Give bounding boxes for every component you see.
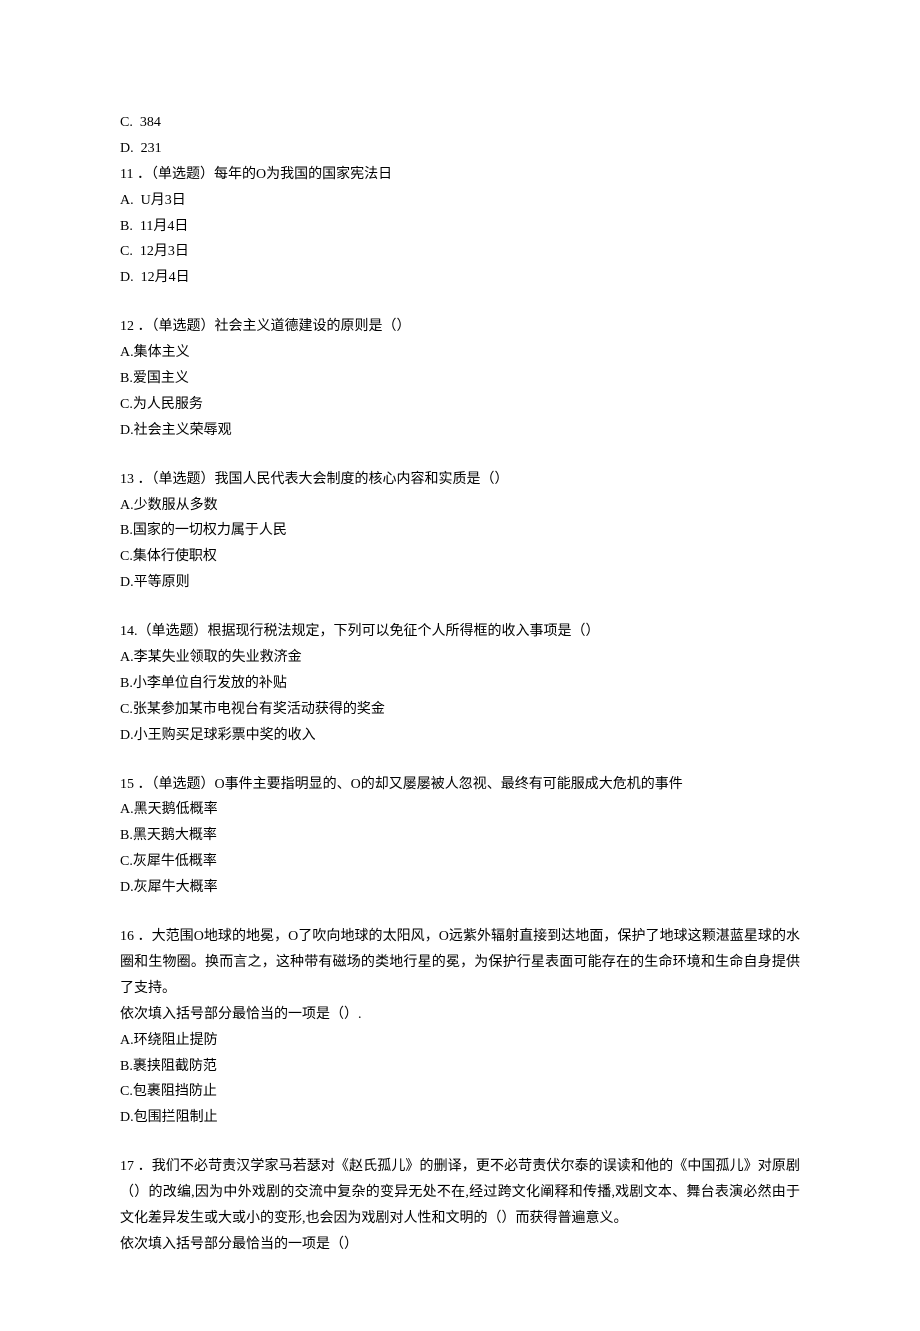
option-d: D.灰犀牛大概率 — [120, 875, 800, 901]
question-10-tail: C. 384 D. 231 11 ．（单选题）每年的O为我国的国家宪法日 A. … — [120, 110, 800, 291]
question-stem: 12 ．（单选题）社会主义道德建设的原则是（） — [120, 314, 800, 340]
option-c: C. 384 — [120, 110, 800, 136]
option-label: C. — [120, 397, 133, 412]
question-stem-line2: 依次填入括号部分最恰当的一项是（） — [120, 1232, 800, 1258]
option-label: C. — [120, 1084, 133, 1099]
option-text: 384 — [140, 115, 161, 130]
option-c: C.包裹阻挡防止 — [120, 1079, 800, 1105]
option-text: 裹挟阻截防范 — [133, 1059, 217, 1074]
option-label: B. — [120, 676, 133, 691]
option-c: C.灰犀牛低概率 — [120, 849, 800, 875]
option-text: 黑天鹅大概率 — [133, 828, 217, 843]
option-d: D.平等原则 — [120, 570, 800, 596]
option-text: 集体行使职权 — [133, 549, 217, 564]
question-stem-line1: 16 ．大范围O地球的地冕，O了吹向地球的太阳风，O远紫外辐射直接到达地面，保护… — [120, 924, 800, 1002]
option-a: A.李某失业领取的失业救济金 — [120, 645, 800, 671]
option-c: C.张某参加某市电视台有奖活动获得的奖金 — [120, 697, 800, 723]
option-label: B. — [120, 523, 133, 538]
option-d: D.包围拦阻制止 — [120, 1105, 800, 1131]
option-d: D. 231 — [120, 136, 800, 162]
option-text: 黑天鹅低概率 — [134, 802, 218, 817]
option-a: A.环绕阻止提防 — [120, 1028, 800, 1054]
option-text: 环绕阻止提防 — [134, 1033, 218, 1048]
option-label: D. — [120, 1110, 134, 1125]
question-16: 16 ．大范围O地球的地冕，O了吹向地球的太阳风，O远紫外辐射直接到达地面，保护… — [120, 924, 800, 1131]
option-text: 12月4日 — [141, 270, 190, 285]
option-text: 集体主义 — [134, 345, 190, 360]
question-stem: 14.（单选题）根据现行税法规定，下列可以免征个人所得框的收入事项是（） — [120, 619, 800, 645]
question-11-stem: 11 ．（单选题）每年的O为我国的国家宪法日 — [120, 162, 800, 188]
question-14: 14.（单选题）根据现行税法规定，下列可以免征个人所得框的收入事项是（） A.李… — [120, 619, 800, 748]
option-a: A.黑天鹅低概率 — [120, 797, 800, 823]
option-text: 为人民服务 — [133, 397, 203, 412]
question-15: 15 ．（单选题）O事件主要指明显的、O的却又屡屡被人忽视、最终有可能服成大危机… — [120, 772, 800, 901]
option-text: 灰犀牛低概率 — [133, 854, 217, 869]
option-a: A.集体主义 — [120, 340, 800, 366]
option-label: A. — [120, 193, 134, 208]
option-label: B. — [120, 219, 133, 234]
option-a: A.少数服从多数 — [120, 493, 800, 519]
option-b: B.国家的一切权力属于人民 — [120, 518, 800, 544]
option-label: D. — [120, 141, 134, 156]
option-text: 灰犀牛大概率 — [134, 880, 218, 895]
option-label: D. — [120, 880, 134, 895]
question-stem: 13 ．（单选题）我国人民代表大会制度的核心内容和实质是（） — [120, 467, 800, 493]
option-label: C. — [120, 702, 133, 717]
option-label: A. — [120, 345, 134, 360]
question-stem-line2: 依次填入括号部分最恰当的一项是（）. — [120, 1002, 800, 1028]
question-stem-line1: 17 ．我们不必苛责汉学家马若瑟对《赵氏孤儿》的删译，更不必苛责伏尔泰的误读和他… — [120, 1154, 800, 1232]
question-12: 12 ．（单选题）社会主义道德建设的原则是（） A.集体主义 B.爱国主义 C.… — [120, 314, 800, 443]
option-label: C. — [120, 244, 133, 259]
document-page: C. 384 D. 231 11 ．（单选题）每年的O为我国的国家宪法日 A. … — [0, 0, 920, 1331]
option-label: D. — [120, 423, 134, 438]
option-label: C. — [120, 854, 133, 869]
option-label: D. — [120, 270, 134, 285]
question-stem: 15 ．（单选题）O事件主要指明显的、O的却又屡屡被人忽视、最终有可能服成大危机… — [120, 772, 800, 798]
option-b: B.黑天鹅大概率 — [120, 823, 800, 849]
option-c: C.集体行使职权 — [120, 544, 800, 570]
option-b: B. 11月4日 — [120, 214, 800, 240]
option-text: 平等原则 — [134, 575, 190, 590]
option-label: C. — [120, 549, 133, 564]
option-text: 231 — [141, 141, 162, 156]
option-text: 包围拦阻制止 — [134, 1110, 218, 1125]
question-13: 13 ．（单选题）我国人民代表大会制度的核心内容和实质是（） A.少数服从多数 … — [120, 467, 800, 596]
option-label: B. — [120, 1059, 133, 1074]
option-label: A. — [120, 802, 134, 817]
option-text: 社会主义荣辱观 — [134, 423, 232, 438]
option-text: 国家的一切权力属于人民 — [133, 523, 287, 538]
option-c: C.为人民服务 — [120, 392, 800, 418]
question-17: 17 ．我们不必苛责汉学家马若瑟对《赵氏孤儿》的删译，更不必苛责伏尔泰的误读和他… — [120, 1154, 800, 1258]
option-label: A. — [120, 1033, 134, 1048]
option-text: 小王购买足球彩票中奖的收入 — [134, 728, 316, 743]
option-label: B. — [120, 371, 133, 386]
option-label: D. — [120, 575, 134, 590]
option-label: D. — [120, 728, 134, 743]
option-a: A. U月3日 — [120, 188, 800, 214]
option-b: B.爱国主义 — [120, 366, 800, 392]
option-b: B.裹挟阻截防范 — [120, 1054, 800, 1080]
option-d: D.社会主义荣辱观 — [120, 418, 800, 444]
option-text: 少数服从多数 — [134, 498, 218, 513]
option-c: C. 12月3日 — [120, 239, 800, 265]
option-d: D. 12月4日 — [120, 265, 800, 291]
option-text: 小李单位自行发放的补贴 — [133, 676, 287, 691]
option-label: A. — [120, 498, 134, 513]
option-text: 爱国主义 — [133, 371, 189, 386]
option-label: A. — [120, 650, 134, 665]
option-text: 李某失业领取的失业救济金 — [134, 650, 302, 665]
option-text: 12月3日 — [140, 244, 189, 259]
option-label: C. — [120, 115, 133, 130]
option-d: D.小王购买足球彩票中奖的收入 — [120, 723, 800, 749]
option-text: U月3日 — [141, 193, 186, 208]
option-b: B.小李单位自行发放的补贴 — [120, 671, 800, 697]
option-text: 11月4日 — [140, 219, 188, 234]
option-text: 张某参加某市电视台有奖活动获得的奖金 — [133, 702, 385, 717]
option-label: B. — [120, 828, 133, 843]
option-text: 包裹阻挡防止 — [133, 1084, 217, 1099]
